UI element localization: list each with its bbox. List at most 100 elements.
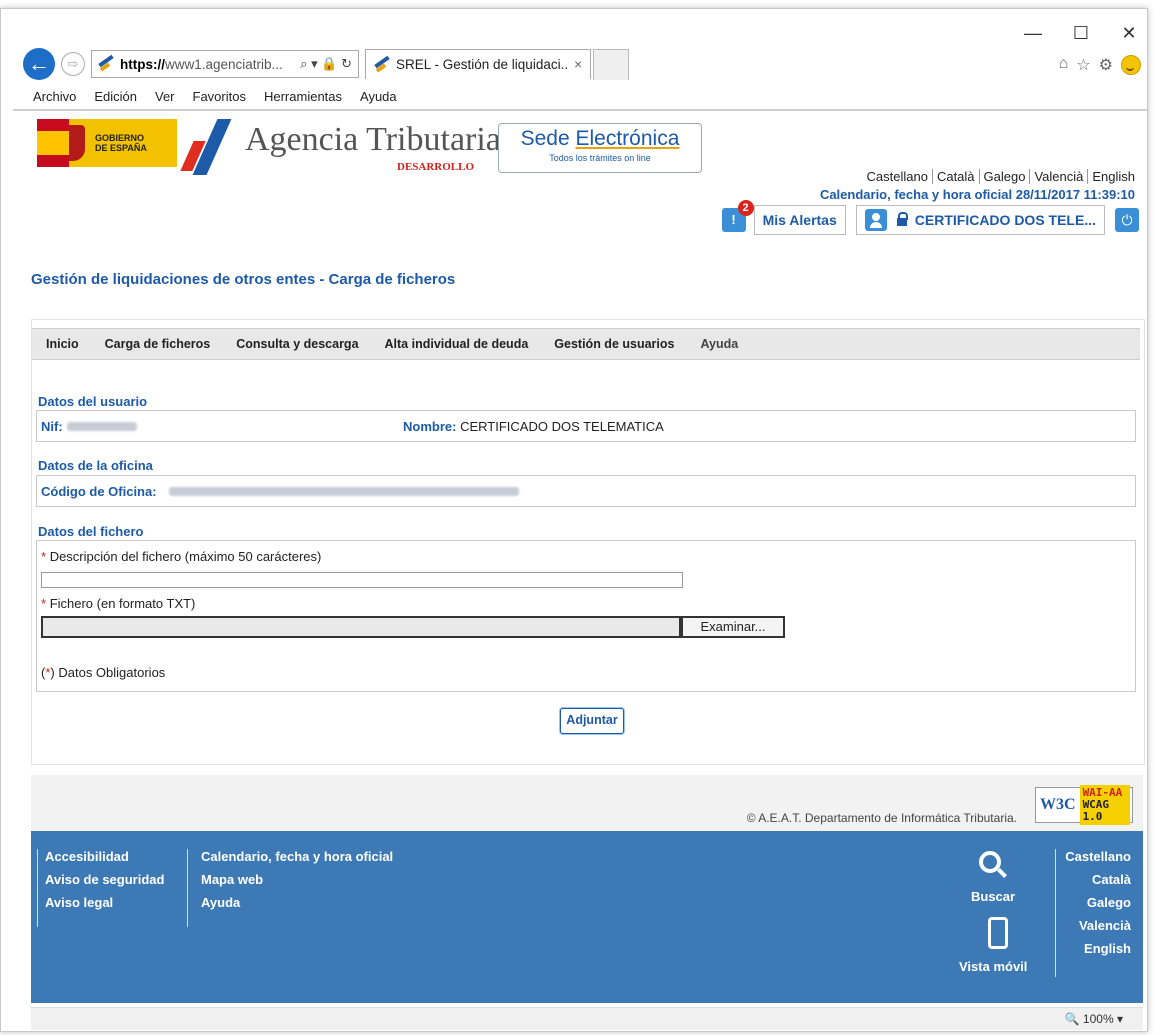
user-name: CERTIFICADO DOS TELE... xyxy=(914,212,1096,228)
footer-link-mapa-web[interactable]: Mapa web xyxy=(201,872,393,887)
nombre-field: Nombre: CERTIFICADO DOS TELEMATICA xyxy=(403,419,664,434)
browser-tab[interactable]: SREL - Gestión de liquidaci... × xyxy=(365,49,591,79)
user-icon xyxy=(864,209,887,231)
description-input[interactable] xyxy=(41,572,683,588)
file-label: * Fichero (en formato TXT) xyxy=(41,596,196,611)
lang-galego[interactable]: Galego xyxy=(979,169,1031,184)
w3c-wai-badge[interactable]: W3C WAI-AA WCAG 1.0 xyxy=(1035,785,1133,825)
nav-alta-individual[interactable]: Alta individual de deuda xyxy=(385,337,529,351)
window-controls: — ☐ ✕ xyxy=(1023,23,1139,44)
footer-link-calendario[interactable]: Calendario, fecha y hora oficial xyxy=(201,849,393,864)
address-tools[interactable]: ⌕ ▾ 🔒 ↻ xyxy=(300,56,352,72)
office-label: Código de Oficina: xyxy=(41,484,157,499)
footer-col-1: Accesibilidad Aviso de seguridad Aviso l… xyxy=(45,849,164,918)
mobile-phone-icon[interactable] xyxy=(988,917,1008,949)
footer-lang-valencia[interactable]: Valencià xyxy=(1065,918,1131,933)
address-url: https://www1.agenciatrib... xyxy=(120,56,283,72)
footer-lang-english[interactable]: English xyxy=(1065,941,1131,956)
mis-alertas-button[interactable]: Mis Alertas xyxy=(753,205,846,235)
office-value-redacted xyxy=(169,487,519,496)
required-note: (*) Datos Obligatorios xyxy=(41,665,166,680)
lang-valencia[interactable]: Valencià xyxy=(1030,169,1089,184)
footer-link-ayuda[interactable]: Ayuda xyxy=(201,895,393,910)
browse-button[interactable]: Examinar... xyxy=(681,616,785,638)
buscar-link[interactable]: Buscar xyxy=(971,889,1015,904)
sede-subtitle: Todos los trámites on line xyxy=(549,153,651,163)
language-selector: Castellano Català Galego Valencià English xyxy=(862,169,1139,184)
nav-ayuda[interactable]: Ayuda xyxy=(700,337,738,351)
page-title: Gestión de liquidaciones de otros entes … xyxy=(31,271,456,288)
file-path-input[interactable] xyxy=(41,616,681,638)
toolbar-icons: ⌂ ☆ ⚙ xyxy=(1059,55,1141,75)
zoom-control[interactable]: 🔍 100% ▾ xyxy=(1065,1012,1123,1026)
footer-col-2: Calendario, fecha y hora oficial Mapa we… xyxy=(201,849,393,918)
tab-close-icon[interactable]: × xyxy=(574,57,582,72)
footer-link-aviso-legal[interactable]: Aviso legal xyxy=(45,895,164,910)
address-row: ← ⇨ https://www1.agenciatrib... ⌕ ▾ 🔒 ↻ … xyxy=(23,47,629,81)
agency-name: Agencia Tributaria xyxy=(245,121,501,158)
logout-power-icon[interactable]: ⏻ xyxy=(1115,208,1139,232)
footer-links: Accesibilidad Aviso de seguridad Aviso l… xyxy=(31,831,1143,1003)
main-panel: Inicio Carga de ficheros Consulta y desc… xyxy=(31,319,1145,765)
search-icon[interactable] xyxy=(979,851,1001,873)
feedback-smiley-icon[interactable] xyxy=(1121,55,1141,75)
settings-gear-icon[interactable]: ⚙ xyxy=(1099,55,1113,75)
nav-gestion-usuarios[interactable]: Gestión de usuarios xyxy=(554,337,674,351)
site-favicon-icon xyxy=(98,57,114,71)
chevron-down-icon: ▾ xyxy=(1116,1012,1123,1026)
footer-lang-catala[interactable]: Català xyxy=(1065,872,1131,887)
footer-link-accesibilidad[interactable]: Accesibilidad xyxy=(45,849,164,864)
vista-movil-link[interactable]: Vista móvil xyxy=(959,959,1027,974)
address-bar[interactable]: https://www1.agenciatrib... ⌕ ▾ 🔒 ↻ xyxy=(91,50,359,78)
user-certificate-button[interactable]: CERTIFICADO DOS TELE... xyxy=(855,205,1105,235)
user-section-heading: Datos del usuario xyxy=(38,394,148,409)
file-data-box: * Descripción del fichero (máximo 50 car… xyxy=(36,540,1136,692)
footer-lang-castellano[interactable]: Castellano xyxy=(1065,849,1131,864)
new-tab-button[interactable] xyxy=(593,48,629,80)
office-section-heading: Datos de la oficina xyxy=(38,458,153,473)
w3c-logo: W3C xyxy=(1040,796,1076,813)
menu-edicion[interactable]: Edición xyxy=(94,89,137,109)
alerts-count-badge: 2 xyxy=(737,200,754,216)
sede-electronica-logo[interactable]: Sede Electrónica Todos los trámites on l… xyxy=(498,123,702,173)
tab-title: SREL - Gestión de liquidaci... xyxy=(396,57,569,72)
footer-divider xyxy=(1055,849,1056,977)
favorites-star-icon[interactable]: ☆ xyxy=(1076,55,1090,75)
alert-icon[interactable]: ! 2 xyxy=(721,200,754,232)
section-nav: Inicio Carga de ficheros Consulta y desc… xyxy=(32,328,1140,360)
menu-archivo[interactable]: Archivo xyxy=(33,89,76,109)
user-bar: ! 2 Mis Alertas CERTIFICADO DOS TELE... ⏻ xyxy=(721,200,1139,235)
footer-credits: © A.E.A.T. Departamento de Informática T… xyxy=(31,775,1143,831)
user-data-box: Nif: Nombre: CERTIFICADO DOS TELEMATICA xyxy=(36,410,1136,442)
file-section-heading: Datos del fichero xyxy=(38,524,144,539)
lang-catala[interactable]: Català xyxy=(932,169,980,184)
official-calendar-link[interactable]: Calendario, fecha y hora oficial 28/11/2… xyxy=(820,187,1135,202)
home-icon[interactable]: ⌂ xyxy=(1059,55,1069,75)
close-button[interactable]: ✕ xyxy=(1119,23,1139,44)
minimize-button[interactable]: — xyxy=(1023,23,1043,44)
nav-carga-ficheros[interactable]: Carga de ficheros xyxy=(105,337,211,351)
footer-divider xyxy=(187,849,188,927)
lang-english[interactable]: English xyxy=(1088,169,1139,184)
footer-lang-galego[interactable]: Galego xyxy=(1065,895,1131,910)
footer-link-aviso-seguridad[interactable]: Aviso de seguridad xyxy=(45,872,164,887)
menu-ayuda[interactable]: Ayuda xyxy=(360,89,397,109)
menu-herramientas[interactable]: Herramientas xyxy=(264,89,342,109)
nif-label: Nif: xyxy=(41,419,63,434)
browser-window: — ☐ ✕ ⌂ ☆ ⚙ ← ⇨ https://www1.agenciatrib… xyxy=(0,8,1148,1032)
description-label: * Descripción del fichero (máximo 50 car… xyxy=(41,549,322,564)
lang-castellano[interactable]: Castellano xyxy=(862,169,933,184)
forward-button[interactable]: ⇨ xyxy=(61,52,85,76)
gobierno-text: GOBIERNO DE ESPAÑA xyxy=(95,133,147,153)
menu-favoritos[interactable]: Favoritos xyxy=(193,89,246,109)
adjuntar-button[interactable]: Adjuntar xyxy=(560,708,624,734)
maximize-button[interactable]: ☐ xyxy=(1071,23,1091,44)
menu-ver[interactable]: Ver xyxy=(155,89,175,109)
office-data-box: Código de Oficina: xyxy=(36,475,1136,507)
nav-consulta-descarga[interactable]: Consulta y descarga xyxy=(236,337,358,351)
status-bar: 🔍 100% ▾ xyxy=(31,1007,1143,1030)
back-button[interactable]: ← xyxy=(23,48,55,80)
wai-aa-label: WAI-AA WCAG 1.0 xyxy=(1079,785,1130,825)
nav-inicio[interactable]: Inicio xyxy=(46,337,79,351)
agencia-logo-icon[interactable] xyxy=(179,119,239,175)
